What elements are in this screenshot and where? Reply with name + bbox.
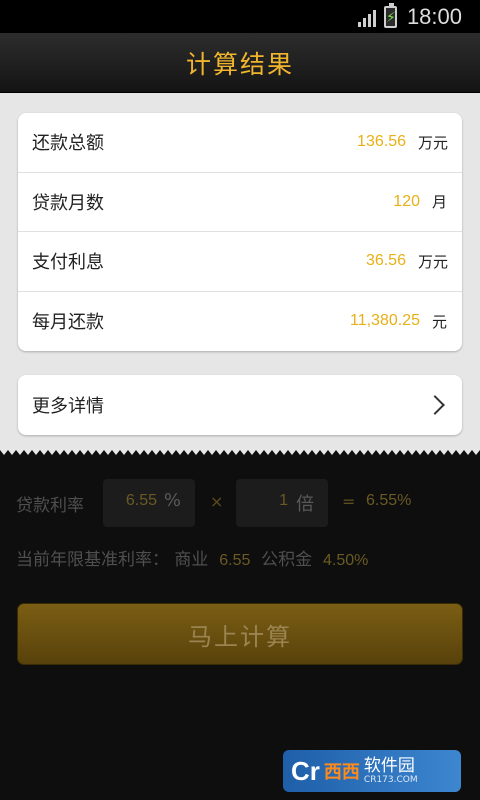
clock: 18:00	[406, 3, 462, 29]
result-value: 136.56	[357, 133, 406, 151]
watermark-mark: Cr	[291, 755, 320, 786]
watermark-text-block: 软件园 CR173.COM	[363, 755, 418, 785]
base-rate-label: 当前年限基准利率：	[16, 550, 169, 570]
result-row-monthly-payment: 每月还款 11,380.25 元	[18, 292, 462, 352]
result-row-loan-months: 贷款月数 120 月	[18, 173, 462, 232]
result-label: 每月还款	[32, 312, 104, 334]
equals-sign: =	[342, 492, 356, 511]
watermark-logo: Cr 西西 软件园 CR173.COM	[283, 750, 461, 792]
watermark-brand: 西西	[323, 762, 360, 783]
result-label: 支付利息	[32, 252, 104, 274]
calculate-button[interactable]: 马上计算	[17, 603, 463, 665]
multiplier-unit: 倍	[296, 494, 314, 515]
results-card: 还款总额 136.56 万元 贷款月数 120 月 支付利息 36.56 万元 …	[18, 113, 462, 351]
calculator-panel: 贷款利率 6.55 % × 1 倍 = 6.55% 当前年限基准利率： 商业 6…	[0, 455, 480, 800]
percent-sign: %	[163, 490, 181, 511]
housing-fund-rate: 4.50%	[322, 552, 369, 569]
result-value: 11,380.25	[350, 312, 420, 330]
commercial-label: 商业	[174, 550, 209, 570]
result-unit: 万元	[417, 133, 448, 152]
result-unit: 月	[432, 193, 448, 212]
rate-input[interactable]: 6.55 %	[103, 479, 195, 527]
result-row-total-repayment: 还款总额 136.56 万元	[18, 113, 462, 173]
battery-charging-icon: ⚡	[383, 2, 397, 28]
signal-icon	[357, 7, 376, 27]
result-value: 120	[393, 192, 420, 210]
chevron-right-icon	[425, 395, 445, 415]
result-label: 还款总额	[32, 133, 104, 155]
more-details-button[interactable]: 更多详情	[18, 375, 462, 435]
housing-fund-label: 公积金	[261, 550, 313, 570]
title-bar: 计算结果	[0, 33, 480, 93]
results-area: 还款总额 136.56 万元 贷款月数 120 月 支付利息 36.56 万元 …	[0, 93, 480, 450]
rate-value: 6.55	[125, 492, 157, 509]
more-details-label: 更多详情	[32, 396, 104, 417]
multiplier-value: 1	[279, 492, 288, 509]
effective-rate: 6.55%	[366, 492, 412, 509]
result-unit: 万元	[417, 252, 448, 271]
result-value: 36.56	[365, 252, 406, 270]
commercial-rate: 6.55	[219, 552, 251, 569]
result-row-interest: 支付利息 36.56 万元	[18, 232, 462, 292]
loan-rate-label: 贷款利率	[16, 496, 84, 516]
loan-rate-line: 贷款利率 6.55 % × 1 倍 = 6.55%	[0, 479, 480, 527]
result-unit: 元	[432, 312, 448, 331]
watermark-domain: CR173.COM	[363, 774, 418, 785]
base-rate-line: 当前年限基准利率： 商业 6.55 公积金 4.50%	[16, 545, 368, 570]
status-bar: ⚡ 18:00	[0, 0, 480, 33]
multiply-sign: ×	[210, 492, 224, 511]
page-title: 计算结果	[185, 49, 294, 79]
result-label: 贷款月数	[32, 192, 104, 214]
watermark-text: 软件园	[363, 755, 415, 776]
multiplier-input[interactable]: 1 倍	[236, 479, 328, 527]
